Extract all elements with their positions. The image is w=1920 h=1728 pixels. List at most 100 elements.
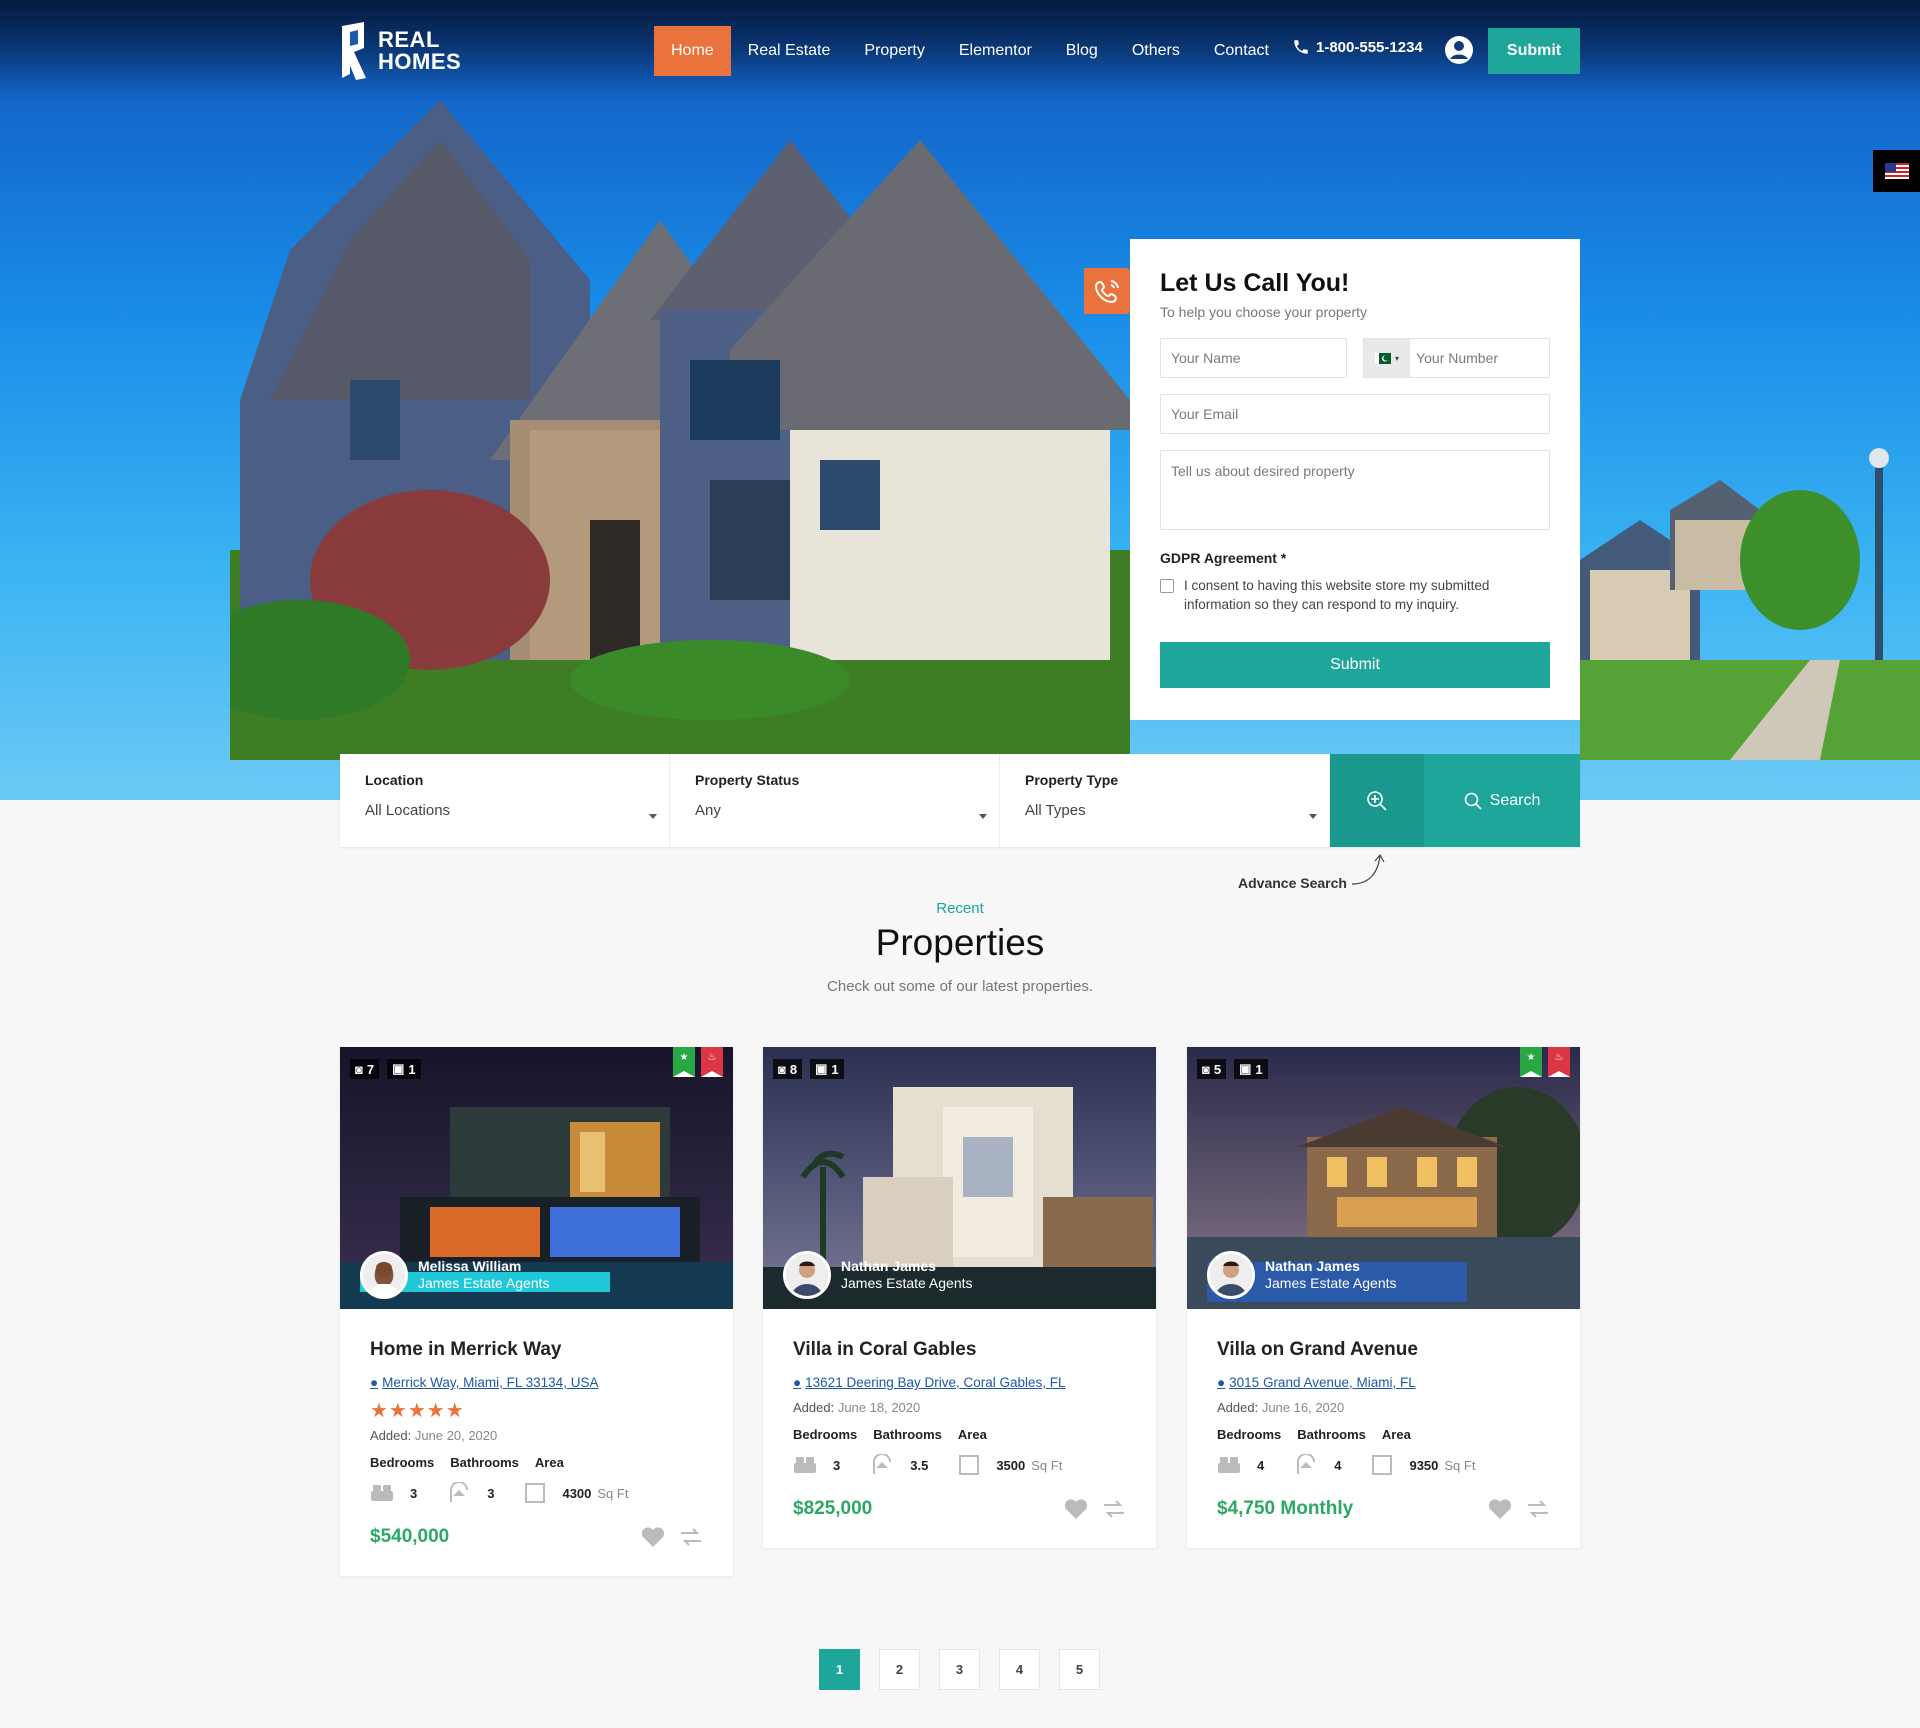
gdpr-checkbox[interactable] bbox=[1160, 579, 1174, 593]
page-5-button[interactable]: 5 bbox=[1059, 1649, 1100, 1690]
address-text: Merrick Way, Miami, FL 33134, USA bbox=[382, 1375, 599, 1390]
photo-count: 7 bbox=[366, 1061, 375, 1077]
video-count-badge: ▣ 1 bbox=[387, 1059, 421, 1079]
user-account-icon[interactable] bbox=[1444, 35, 1474, 65]
agent-info[interactable]: Nathan James James Estate Agents bbox=[783, 1251, 973, 1299]
heart-icon[interactable] bbox=[1064, 1498, 1088, 1520]
bathrooms-value: 3.5 bbox=[910, 1457, 929, 1473]
search-icon bbox=[1464, 792, 1482, 810]
video-count: 1 bbox=[1255, 1061, 1263, 1077]
heart-icon[interactable] bbox=[1488, 1498, 1512, 1520]
bathrooms-value: 4 bbox=[1334, 1457, 1342, 1473]
language-switcher[interactable] bbox=[1873, 150, 1920, 192]
status-label: Property Status bbox=[695, 772, 800, 788]
nav-item-blog[interactable]: Blog bbox=[1049, 26, 1115, 76]
phone-number-field[interactable]: ▾ Your Number bbox=[1363, 338, 1550, 378]
section-eyebrow: Recent bbox=[936, 900, 984, 917]
agent-company: James Estate Agents bbox=[1265, 1275, 1397, 1291]
status-value: Any bbox=[695, 802, 721, 819]
address-text: 13621 Deering Bay Drive, Coral Gables, F… bbox=[805, 1375, 1066, 1390]
page-4-button[interactable]: 4 bbox=[999, 1649, 1040, 1690]
property-title[interactable]: Home in Merrick Way bbox=[370, 1339, 703, 1361]
heart-icon[interactable] bbox=[641, 1526, 665, 1548]
property-address[interactable]: ● 3015 Grand Avenue, Miami, FL bbox=[1217, 1375, 1550, 1390]
nav-item-property[interactable]: Property bbox=[847, 26, 941, 76]
property-title[interactable]: Villa on Grand Avenue bbox=[1217, 1339, 1550, 1361]
photo-count-badge: ◙ 8 bbox=[773, 1059, 803, 1079]
agent-info[interactable]: Nathan James James Estate Agents bbox=[1207, 1251, 1397, 1299]
chevron-down-icon: ▾ bbox=[1395, 353, 1400, 363]
brand-logo[interactable]: REAL HOMES bbox=[340, 22, 461, 80]
property-image[interactable]: ◙ 8 ▣ 1 Nathan James James Estate Agents bbox=[763, 1047, 1156, 1309]
nav-item-real-estate[interactable]: Real Estate bbox=[731, 26, 848, 76]
added-date: June 18, 2020 bbox=[837, 1400, 921, 1415]
call-form-subtitle: To help you choose your property bbox=[1160, 304, 1368, 320]
video-count: 1 bbox=[831, 1061, 839, 1077]
nav-phone[interactable]: 1-800-555-1234 bbox=[1292, 38, 1423, 56]
photo-count: 8 bbox=[789, 1061, 798, 1077]
email-field[interactable]: Your Email bbox=[1160, 394, 1550, 434]
phone-number: 1-800-555-1234 bbox=[1316, 38, 1423, 56]
location-select[interactable]: Location All Locations bbox=[340, 754, 670, 847]
page-3-button[interactable]: 3 bbox=[939, 1649, 980, 1690]
address-text: 3015 Grand Avenue, Miami, FL bbox=[1229, 1375, 1416, 1390]
number-placeholder: Your Number bbox=[1416, 350, 1499, 366]
shower-icon bbox=[1297, 1454, 1316, 1474]
search-button[interactable]: Search bbox=[1424, 754, 1580, 847]
rating-stars: ★★★★★ bbox=[370, 1400, 465, 1422]
country-code-select[interactable]: ▾ bbox=[1364, 339, 1411, 377]
caret-down-icon bbox=[979, 814, 987, 819]
property-price: $540,000 bbox=[370, 1526, 450, 1547]
property-address[interactable]: ● Merrick Way, Miami, FL 33134, USA bbox=[370, 1375, 703, 1390]
page-1-button[interactable]: 1 bbox=[819, 1649, 860, 1690]
bathrooms-value: 3 bbox=[487, 1485, 495, 1501]
compare-icon[interactable] bbox=[1526, 1498, 1550, 1520]
photo-count: 5 bbox=[1213, 1061, 1222, 1077]
compare-icon[interactable] bbox=[679, 1526, 703, 1548]
nav-item-home[interactable]: Home bbox=[654, 26, 731, 76]
nav-item-contact[interactable]: Contact bbox=[1197, 26, 1286, 76]
nav-item-elementor[interactable]: Elementor bbox=[942, 26, 1049, 76]
agent-info[interactable]: Melissa William James Estate Agents bbox=[360, 1251, 550, 1299]
featured-star-icon: ★ bbox=[673, 1047, 695, 1077]
gdpr-text: I consent to having this website store m… bbox=[1184, 578, 1490, 612]
area-value: 4300 bbox=[562, 1485, 592, 1501]
property-image[interactable]: ◙ 5 ▣ 1 ★ ♨ Nathan James James Estate Agent… bbox=[1187, 1047, 1580, 1309]
property-card[interactable]: ◙ 8 ▣ 1 Nathan James James Estate Agents Vi… bbox=[763, 1047, 1156, 1548]
nav-item-others[interactable]: Others bbox=[1115, 26, 1197, 76]
property-card[interactable]: ◙ 5 ▣ 1 ★ ♨ Nathan James James Estate Agent… bbox=[1187, 1047, 1580, 1548]
camera-icon: ◙ bbox=[778, 1061, 786, 1077]
added-date: June 16, 2020 bbox=[1261, 1400, 1345, 1415]
area-icon bbox=[959, 1455, 980, 1475]
type-value: All Types bbox=[1025, 802, 1086, 819]
advanced-search-button[interactable] bbox=[1330, 754, 1424, 847]
page-2-button[interactable]: 2 bbox=[879, 1649, 920, 1690]
submit-property-button[interactable]: Submit bbox=[1488, 28, 1580, 74]
shower-icon bbox=[450, 1482, 469, 1502]
property-address[interactable]: ● 13621 Deering Bay Drive, Coral Gables, … bbox=[793, 1375, 1126, 1390]
area-icon bbox=[1372, 1455, 1393, 1475]
bed-icon bbox=[1218, 1457, 1240, 1473]
logo-r-icon bbox=[342, 22, 366, 80]
map-pin-icon: ● bbox=[1217, 1375, 1226, 1390]
section-title: Properties bbox=[875, 922, 1045, 963]
compare-icon[interactable] bbox=[1102, 1498, 1126, 1520]
area-label: Area bbox=[534, 1455, 564, 1470]
type-select[interactable]: Property Type All Types bbox=[1000, 754, 1330, 847]
name-field[interactable]: Your Name bbox=[1160, 338, 1348, 378]
hot-fire-icon: ♨ bbox=[701, 1047, 723, 1077]
area-value: 9350 bbox=[1409, 1457, 1439, 1473]
map-pin-icon: ● bbox=[370, 1375, 379, 1390]
property-card[interactable]: ◙ 7 ▣ 1 ★ ♨ Melissa William James Estate Ag… bbox=[340, 1047, 733, 1576]
property-title[interactable]: Villa in Coral Gables bbox=[793, 1339, 1126, 1361]
status-select[interactable]: Property Status Any bbox=[670, 754, 1000, 847]
search-button-label: Search bbox=[1489, 791, 1541, 809]
message-textarea[interactable]: Tell us about desired property bbox=[1160, 450, 1550, 530]
curved-arrow-icon bbox=[1351, 853, 1385, 885]
brand-line-2: HOMES bbox=[378, 49, 462, 74]
call-form-submit-button[interactable]: Submit bbox=[1160, 642, 1550, 688]
location-value: All Locations bbox=[365, 802, 451, 819]
property-image[interactable]: ◙ 7 ▣ 1 ★ ♨ Melissa William James Estate Ag… bbox=[340, 1047, 733, 1309]
agent-name: Nathan James bbox=[1265, 1258, 1360, 1274]
agent-name: Nathan James bbox=[841, 1258, 936, 1274]
